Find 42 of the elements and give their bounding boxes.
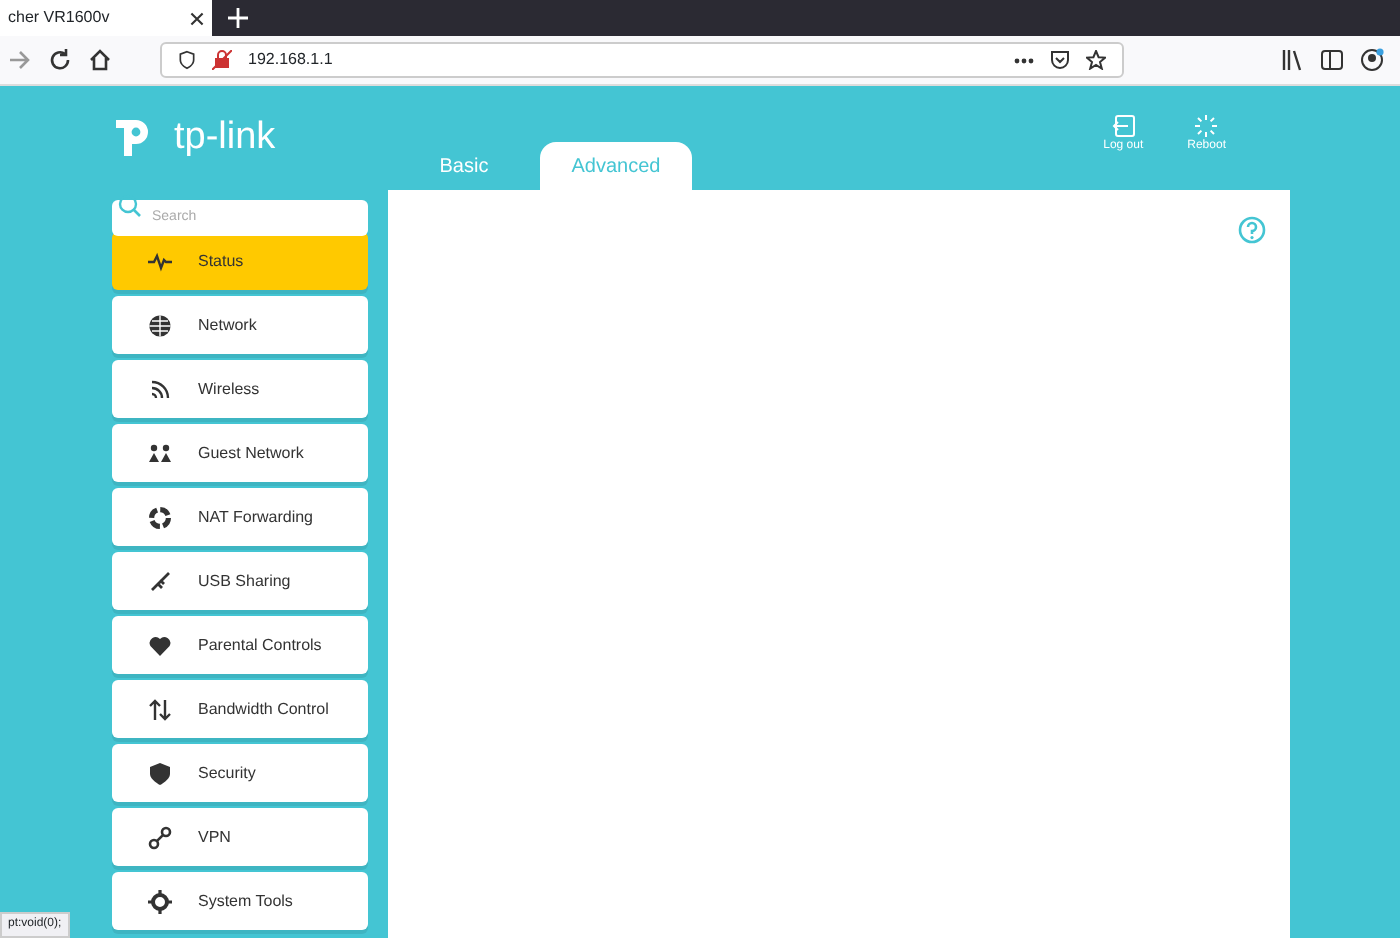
more-icon[interactable]: [1014, 57, 1034, 63]
url-text: 192.168.1.1: [248, 48, 333, 72]
menu-item[interactable]: Wireless: [112, 360, 368, 418]
shield-icon[interactable]: [178, 50, 196, 70]
usb-icon: [148, 569, 172, 593]
menu-item[interactable]: Status: [112, 232, 368, 290]
heart-icon: [148, 633, 172, 657]
account-icon[interactable]: [1360, 48, 1384, 72]
menu-item[interactable]: System Tools: [112, 872, 368, 930]
pulse-icon: [148, 249, 172, 273]
menu-item[interactable]: Guest Network: [112, 424, 368, 482]
pocket-icon[interactable]: [1050, 50, 1070, 70]
close-icon[interactable]: [190, 11, 204, 25]
menu-item[interactable]: Network: [112, 296, 368, 354]
ring-icon: [148, 505, 172, 529]
plus-icon[interactable]: [228, 8, 248, 28]
home-icon[interactable]: [88, 48, 112, 72]
library-icon[interactable]: [1280, 48, 1304, 72]
reload-icon[interactable]: [48, 48, 72, 72]
logout-icon: [1111, 114, 1136, 138]
globe-icon: [148, 313, 172, 337]
up-down-arrows-icon: [148, 697, 172, 721]
sidebar-icon[interactable]: [1320, 48, 1344, 72]
loading-icon: [1194, 114, 1219, 138]
people-icon: [148, 441, 172, 465]
star-icon[interactable]: [1086, 50, 1106, 70]
gear-icon: [148, 889, 172, 913]
tab-title: cher VR1600v: [8, 6, 110, 30]
insecure-lock-icon: [212, 50, 232, 70]
shield-icon: [148, 761, 172, 785]
address-bar[interactable]: 192.168.1.1: [160, 42, 1124, 78]
wifi-icon: [148, 377, 172, 401]
menu-item[interactable]: Security: [112, 744, 368, 802]
logo-text: tp-link: [174, 117, 276, 155]
menu-item[interactable]: USB Sharing: [112, 552, 368, 610]
menu-item[interactable]: Bandwidth Control: [112, 680, 368, 738]
menu-item[interactable]: VPN: [112, 808, 368, 866]
browser-tab[interactable]: cher VR1600v: [0, 0, 212, 36]
menu-item[interactable]: Parental Controls: [112, 616, 368, 674]
forward-arrow-icon[interactable]: [8, 48, 32, 72]
link-icon: [148, 825, 172, 849]
menu-item[interactable]: NAT Forwarding: [112, 488, 368, 546]
